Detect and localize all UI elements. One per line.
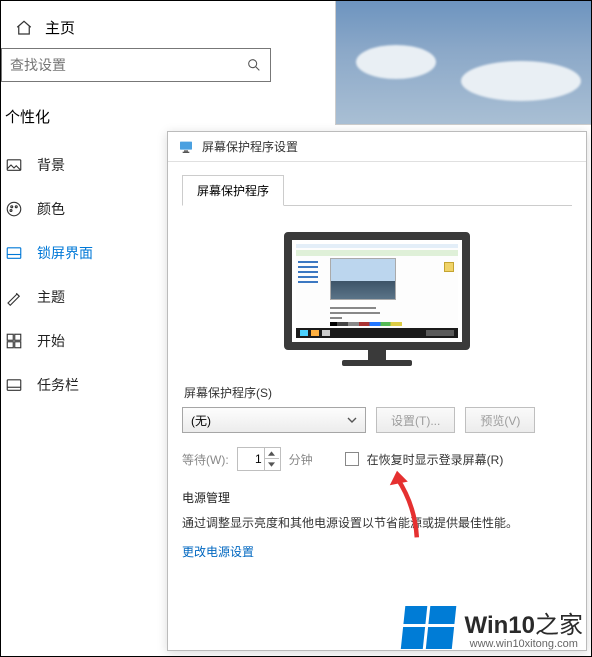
- screensaver-dialog: 屏幕保护程序设置 屏幕保护程序: [167, 131, 587, 651]
- wait-spinner[interactable]: [237, 447, 281, 471]
- resume-checkbox[interactable]: [345, 452, 359, 466]
- power-header: 电源管理: [182, 489, 572, 506]
- home-link[interactable]: 主页: [1, 1, 341, 48]
- chevron-down-icon: [347, 415, 357, 425]
- dialog-titlebar[interactable]: 屏幕保护程序设置: [168, 132, 586, 162]
- spinner-up[interactable]: [265, 448, 279, 459]
- dialog-title: 屏幕保护程序设置: [202, 138, 298, 155]
- sidebar-item-label: 锁屏界面: [37, 243, 93, 263]
- chevron-down-icon: [268, 462, 275, 467]
- tabstrip: 屏幕保护程序: [182, 174, 572, 206]
- minutes-label: 分钟: [289, 451, 313, 468]
- preview-button-label: 预览(V): [480, 414, 520, 428]
- home-icon: [15, 19, 33, 37]
- resume-checkbox-label: 在恢复时显示登录屏幕(R): [367, 451, 504, 468]
- lockscreen-preview: [335, 1, 591, 125]
- search-icon: [246, 57, 262, 73]
- screensaver-label: 屏幕保护程序(S): [184, 384, 572, 401]
- preview-button[interactable]: 预览(V): [465, 407, 535, 433]
- settings-button[interactable]: 设置(T)...: [376, 407, 455, 433]
- start-icon: [5, 332, 23, 350]
- screensaver-select[interactable]: (无): [182, 407, 366, 433]
- taskbar-icon: [5, 376, 23, 394]
- wait-label: 等待(W):: [182, 451, 229, 468]
- screensaver-select-value: (无): [191, 412, 211, 429]
- sidebar-item-label: 任务栏: [37, 375, 79, 395]
- power-settings-link[interactable]: 更改电源设置: [182, 545, 254, 559]
- theme-icon: [5, 288, 23, 306]
- spinner-down[interactable]: [265, 459, 279, 470]
- search-box[interactable]: [1, 48, 271, 82]
- tab-label: 屏幕保护程序: [197, 184, 269, 198]
- wait-input[interactable]: [238, 452, 264, 466]
- tab-screensaver[interactable]: 屏幕保护程序: [182, 175, 284, 206]
- sidebar-item-label: 背景: [37, 155, 65, 175]
- home-label: 主页: [45, 17, 75, 38]
- picture-icon: [5, 156, 23, 174]
- settings-button-label: 设置(T)...: [391, 414, 440, 428]
- chevron-up-icon: [268, 451, 275, 456]
- palette-icon: [5, 200, 23, 218]
- search-input[interactable]: [10, 57, 246, 73]
- monitor-icon: [178, 139, 194, 155]
- monitor-preview: [284, 232, 470, 366]
- sidebar-item-label: 主题: [37, 287, 65, 307]
- sidebar-item-label: 开始: [37, 331, 65, 351]
- power-description: 通过调整显示亮度和其他电源设置以节省能源或提供最佳性能。: [182, 514, 572, 533]
- lockscreen-icon: [5, 244, 23, 262]
- sidebar-item-label: 颜色: [37, 199, 65, 219]
